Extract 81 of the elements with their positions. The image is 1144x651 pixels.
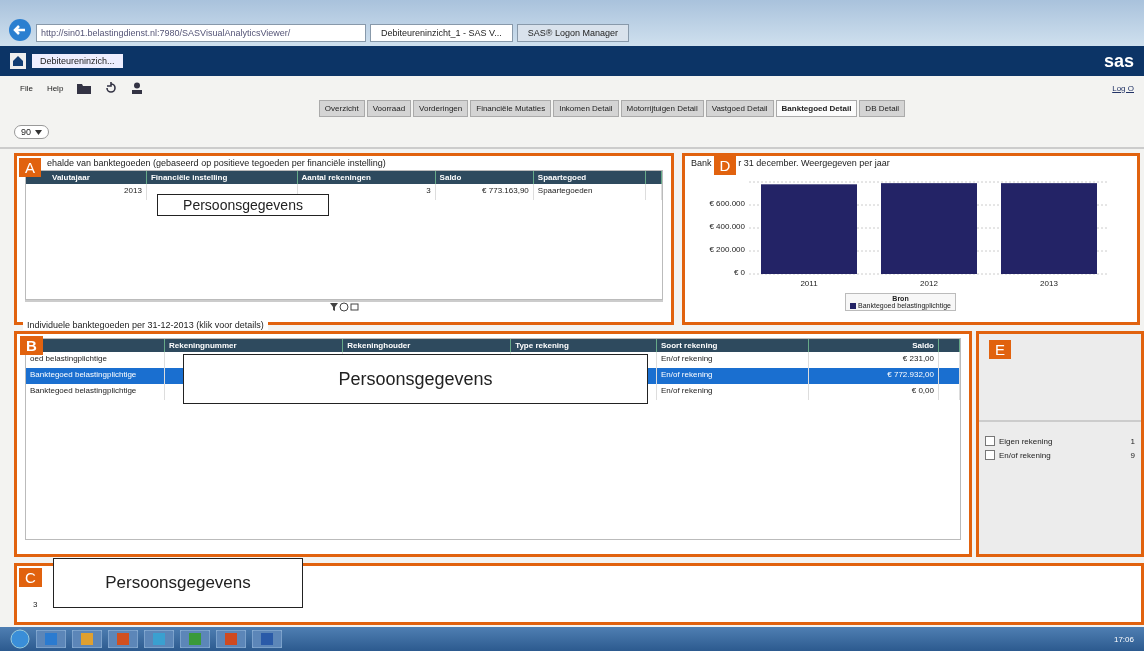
panel-tools-icon[interactable] (329, 302, 359, 312)
table-cell: En/of rekening (660, 370, 713, 379)
clock: 17:06 (1113, 634, 1134, 644)
axis-tick-label: 2013 (1039, 279, 1059, 288)
zoom-dropdown[interactable]: 90 (14, 125, 49, 139)
chart-title: r 31 december. Weergegeven per jaar (738, 158, 890, 168)
redaction-label: Persoonsgegevens (183, 354, 648, 404)
taskbar-app-icon[interactable] (72, 630, 102, 648)
start-orb-icon[interactable] (10, 629, 30, 649)
legend-swatch (850, 302, 856, 309)
report-tab[interactable]: Inkomen Detail (553, 100, 619, 117)
sas-logo: sas (1103, 50, 1134, 72)
report-tab[interactable]: Banktegoed Detail (775, 100, 858, 117)
table-cell: Banktegoed belastingplichtige (30, 386, 137, 395)
menu-item[interactable]: Help (46, 83, 64, 93)
redaction-label: Persoonsgegevens (53, 558, 303, 608)
filter-count: 1 (1130, 436, 1135, 446)
table-cell: € 773.163,90 (435, 184, 534, 200)
column-header[interactable]: Rekeninghouder (342, 339, 511, 352)
column-header[interactable]: Financiële instelling (146, 171, 297, 184)
checkbox[interactable] (985, 436, 995, 446)
axis-tick-label: € 400.000 (709, 222, 745, 231)
column-header[interactable]: Spaartegoed (533, 171, 646, 184)
value-text: 3 (33, 600, 38, 609)
user-icon[interactable] (131, 82, 144, 94)
caret-icon (35, 129, 42, 135)
annotation-marker: A (19, 158, 41, 177)
menu-item[interactable]: File (20, 83, 33, 93)
report-tab[interactable]: Overzicht (318, 100, 365, 117)
chart-title: Bank (691, 158, 712, 168)
report-tab[interactable]: Motorrijtuigen Detail (620, 100, 704, 117)
table-cell: En/of rekening (660, 354, 713, 363)
taskbar-app-icon[interactable] (216, 630, 246, 648)
taskbar-app-icon[interactable] (144, 630, 174, 648)
home-icon[interactable] (10, 53, 26, 69)
taskbar-app-icon[interactable] (252, 630, 282, 648)
log-off-link[interactable]: Log O (1112, 83, 1134, 93)
table-cell: Spaartegoeden (533, 184, 646, 200)
column-header[interactable]: Type rekening (510, 339, 657, 352)
table-cell: En/of rekening (660, 386, 713, 395)
panel-title: Individuele banktegoeden per 31-12-2013 (klik voor details) (23, 320, 268, 330)
filter-count: 9 (1130, 450, 1135, 460)
taskbar-app-icon[interactable] (180, 630, 210, 648)
table-cell: 2013 (26, 184, 147, 200)
table-cell: Banktegoed belastingplichtige (30, 370, 137, 379)
annotation-marker: D (713, 156, 737, 175)
document-tab[interactable]: Debiteureninzich... (32, 54, 123, 68)
column-header[interactable]: Rekeningnummer (164, 339, 343, 352)
filter-label[interactable]: En/of rekening (999, 450, 1127, 460)
address-bar[interactable]: http://sin01.belastingdienst.nl:7980/SASVisualAnalyticsViewer/ (36, 24, 366, 42)
taskbar-app-icon[interactable] (36, 630, 66, 648)
axis-tick-label: € 200.000 (709, 245, 745, 254)
column-header[interactable]: Saldo (435, 171, 534, 184)
table-cell: oed belastingplichtige (30, 354, 107, 363)
browser-tab[interactable]: Debiteureninzicht_1 - SAS V... (370, 24, 513, 42)
table-cell: € 231,00 (902, 354, 934, 363)
annotation-marker: E (989, 340, 1011, 359)
panel-title: ehalde van banktegoeden (gebaseerd op positieve tegoeden per financiële instelling) (47, 158, 386, 168)
axis-tick-label: € 600.000 (709, 199, 745, 208)
table-cell: € 772.932,00 (887, 370, 934, 379)
redaction-label: Persoonsgegevens (157, 194, 329, 216)
column-header[interactable]: Saldo (808, 339, 939, 352)
checkbox[interactable] (985, 450, 995, 460)
column-header[interactable]: Soort rekening (656, 339, 809, 352)
taskbar-app-icon[interactable] (108, 630, 138, 648)
report-tab[interactable]: DB Detail (859, 100, 906, 117)
browser-tab[interactable]: SAS® Logon Manager (516, 24, 629, 42)
report-tab[interactable]: Vorderingen (413, 100, 469, 117)
report-tab[interactable]: Financiële Mutaties (470, 100, 552, 117)
filter-label[interactable]: Eigen rekening (999, 436, 1127, 446)
refresh-icon[interactable] (105, 82, 118, 94)
axis-tick-label: 2012 (919, 279, 939, 288)
axis-tick-label: € 0 (733, 268, 745, 277)
folder-icon[interactable] (77, 82, 92, 94)
report-tab[interactable]: Vastgoed Detail (705, 100, 774, 117)
column-header[interactable]: Aantal rekeningen (297, 171, 436, 184)
table-cell: € 0,00 (911, 386, 934, 395)
axis-tick-label: 2011 (799, 279, 819, 288)
report-tab[interactable]: Voorraad (366, 100, 412, 117)
annotation-marker: B (20, 336, 43, 355)
annotation-marker: C (19, 568, 42, 587)
